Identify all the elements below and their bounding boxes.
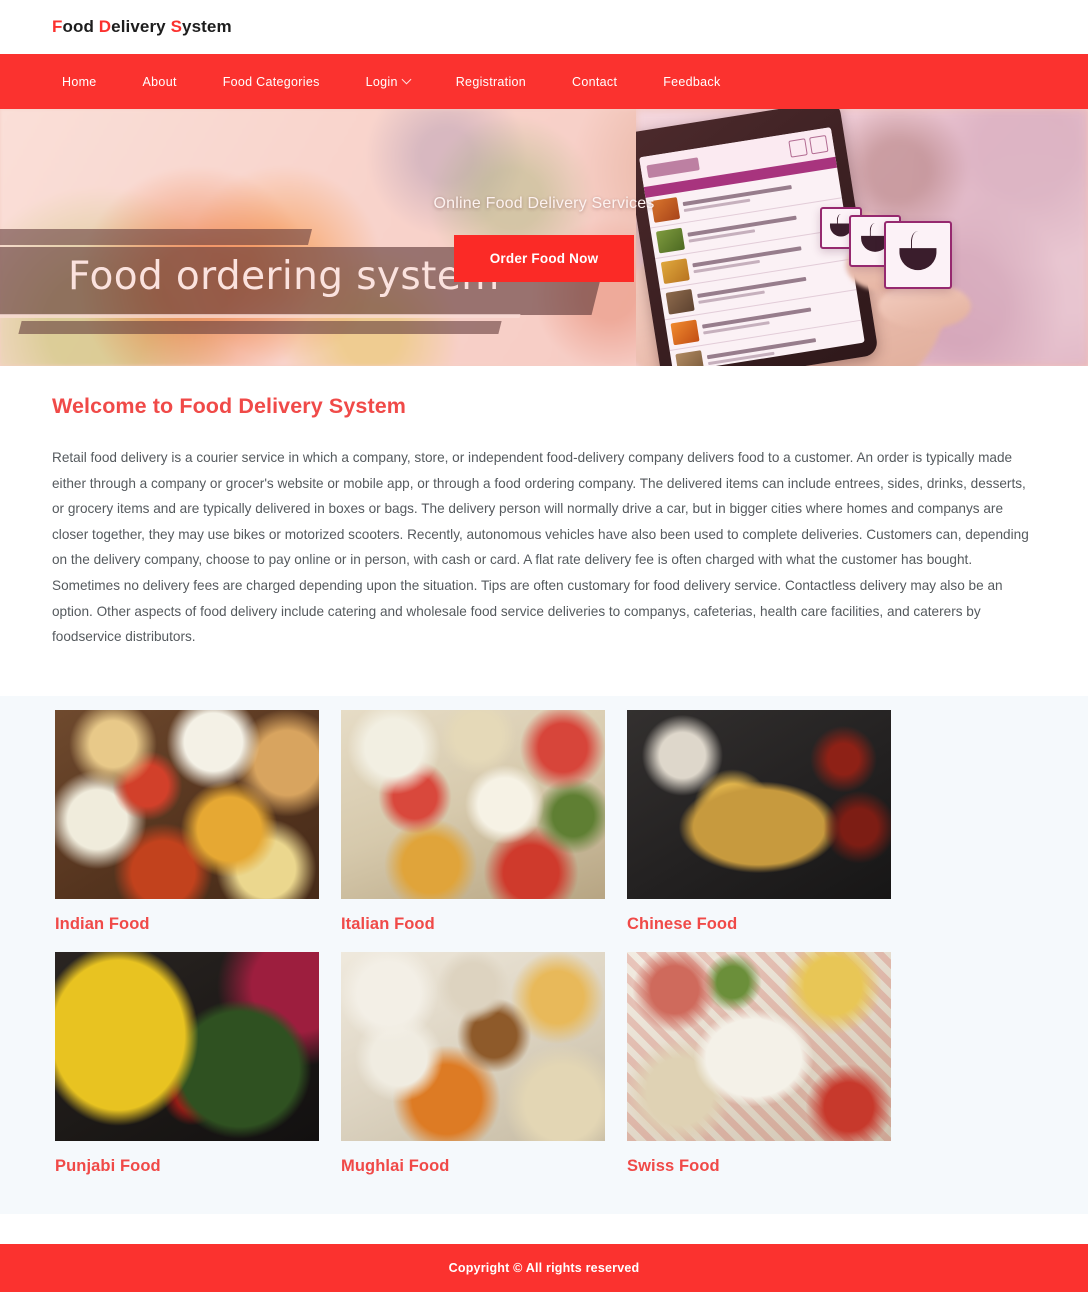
banner-slant-line: [0, 314, 521, 318]
footer-spacer: [0, 1213, 1088, 1244]
nav-item-label: About: [142, 74, 177, 89]
nav-item-registration[interactable]: Registration: [456, 75, 526, 89]
hero-copy: Online Food Delivery Services Order Food…: [0, 195, 1088, 282]
app-icons: [788, 134, 829, 158]
cart-icon: [808, 134, 829, 154]
category-label[interactable]: Mughlai Food: [341, 1157, 605, 1176]
app-logo: [646, 156, 700, 178]
menu-item-thumb: [670, 319, 700, 346]
category-image[interactable]: [341, 951, 605, 1141]
nav-item-contact[interactable]: Contact: [572, 75, 617, 89]
category-label[interactable]: Italian Food: [341, 915, 605, 934]
category-label[interactable]: Punjabi Food: [55, 1157, 319, 1176]
banner-slant-bottom: [18, 321, 502, 334]
logo-text-ystem: ystem: [182, 17, 232, 36]
order-food-now-button[interactable]: Order Food Now: [453, 235, 635, 282]
welcome-section: Welcome to Food Delivery System Retail f…: [0, 366, 1088, 696]
chevron-down-icon: [401, 74, 412, 85]
copyright-text: Copyright © All rights reserved: [448, 1260, 640, 1275]
category-card-mughlai[interactable]: Mughlai Food: [341, 951, 605, 1176]
nav-item-food-categories[interactable]: Food Categories: [223, 75, 320, 89]
page-title: Welcome to Food Delivery System: [52, 394, 406, 418]
hero-subtitle: Online Food Delivery Services: [433, 195, 655, 212]
nav-item-about[interactable]: About: [143, 75, 177, 89]
menu-icon: [788, 137, 808, 158]
category-card-chinese[interactable]: Chinese Food: [627, 709, 891, 934]
logo-letter-f: F: [52, 17, 63, 36]
category-card-indian[interactable]: Indian Food: [55, 709, 319, 934]
logo-text-elivery: elivery: [111, 17, 171, 36]
finger-shape: [879, 283, 971, 329]
nav-item-label: Registration: [455, 74, 527, 89]
about-paragraph: Retail food delivery is a courier servic…: [52, 450, 1029, 645]
category-image[interactable]: [55, 709, 319, 899]
nav-item-label: Food Categories: [222, 74, 320, 89]
site-logo[interactable]: Food Delivery System: [52, 17, 232, 37]
category-card-italian[interactable]: Italian Food: [341, 709, 605, 934]
menu-item-thumb: [665, 288, 695, 315]
menu-item-thumb: [675, 350, 705, 366]
nav-item-login[interactable]: Login: [365, 74, 412, 89]
nav-item-label: Login: [365, 74, 398, 89]
nav-item-label: Feedback: [663, 74, 721, 89]
category-image[interactable]: [55, 951, 319, 1141]
nav-item-label: Contact: [572, 74, 618, 89]
category-label[interactable]: Swiss Food: [627, 1157, 891, 1176]
category-image[interactable]: [627, 709, 891, 899]
category-image[interactable]: [627, 951, 891, 1141]
food-categories-section: Indian Food Italian Food Chinese Food Pu…: [0, 695, 1088, 1214]
logo-letter-s: S: [170, 17, 183, 36]
logo-letter-d: D: [98, 17, 112, 36]
site-footer: Copyright © All rights reserved: [0, 1243, 1088, 1292]
category-label[interactable]: Chinese Food: [627, 915, 891, 934]
category-image[interactable]: [341, 709, 605, 899]
main-navigation: Home About Food Categories Login Registr…: [0, 54, 1088, 109]
category-card-swiss[interactable]: Swiss Food: [627, 951, 891, 1176]
nav-item-home[interactable]: Home: [62, 75, 97, 89]
hero-banner: Food ordering system Online Food Deliver…: [0, 109, 1088, 366]
nav-item-label: Home: [62, 74, 97, 89]
food-categories-grid: Indian Food Italian Food Chinese Food Pu…: [52, 709, 1036, 1176]
category-card-punjabi[interactable]: Punjabi Food: [55, 951, 319, 1176]
category-label[interactable]: Indian Food: [55, 915, 319, 934]
logo-text-ood: ood: [62, 17, 99, 36]
nav-item-feedback[interactable]: Feedback: [663, 75, 720, 89]
site-header: Food Delivery System: [0, 0, 1088, 54]
